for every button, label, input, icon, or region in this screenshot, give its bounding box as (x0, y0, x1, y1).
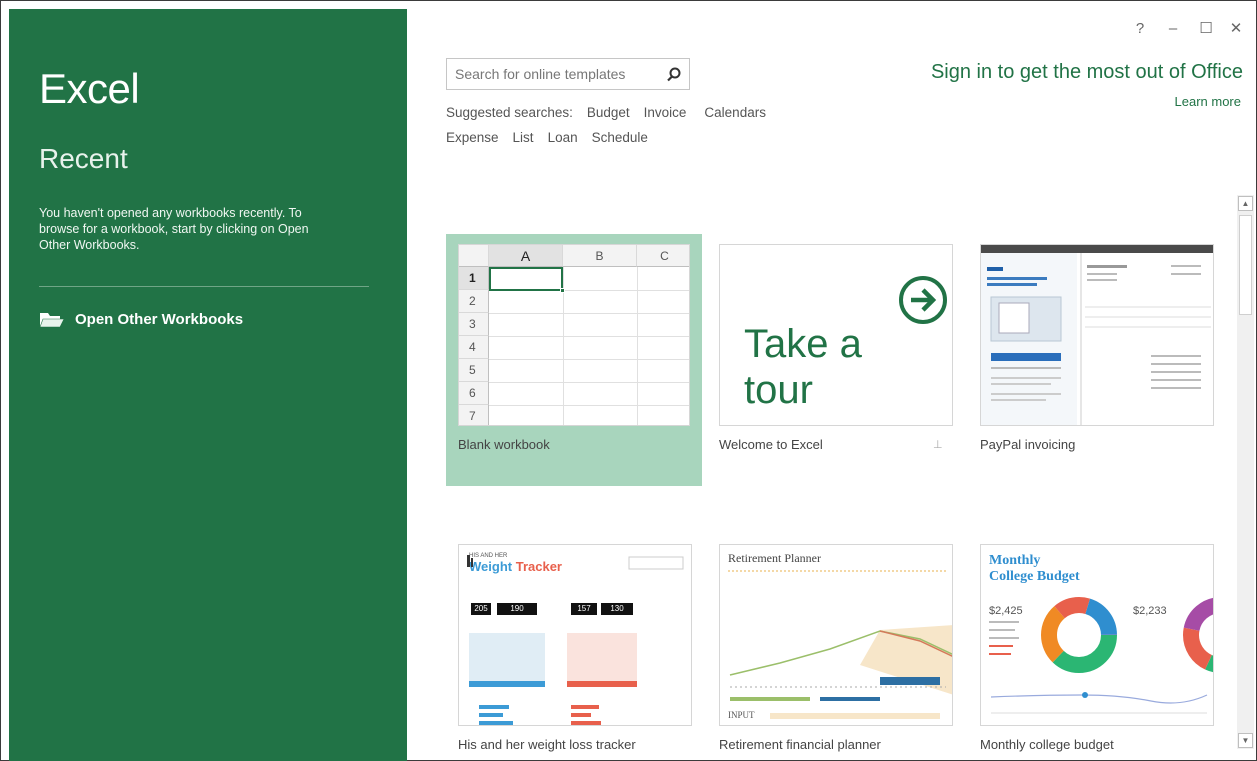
template-welcome-to-excel[interactable]: Take a tour Welcome to Excel ⊥ (707, 234, 963, 486)
open-other-workbooks-button[interactable]: Open Other Workbooks (39, 307, 243, 331)
template-weight-tracker[interactable]: HIS AND HER Weight Tracker 205 190 157 1… (446, 534, 702, 761)
row-header: 1 (459, 267, 489, 290)
suggestion-budget[interactable]: Budget (587, 105, 630, 120)
template-caption: Retirement financial planner (719, 737, 881, 752)
weight-tracker-thumbnail: HIS AND HER Weight Tracker 205 190 157 1… (458, 544, 692, 726)
template-caption: Welcome to Excel (719, 437, 823, 452)
scroll-thumb[interactable] (1239, 215, 1252, 315)
grid-line (489, 336, 689, 337)
retirement-chart (728, 570, 952, 719)
paypal-preview-graphic (981, 245, 1213, 425)
folder-open-icon (39, 313, 65, 328)
column-header: C (637, 245, 689, 267)
minimize-button[interactable]: – (1163, 18, 1183, 38)
retirement-thumbnail: Retirement Planner INPUT (719, 544, 953, 726)
row-header: 5 (459, 359, 489, 382)
row-header: 2 (459, 290, 489, 313)
suggestion-loan[interactable]: Loan (548, 130, 578, 145)
grid-line (489, 313, 689, 314)
pin-icon[interactable]: ⊥ (933, 438, 943, 451)
backstage-sidebar: Excel Recent You haven't opened any work… (9, 9, 407, 761)
suggested-searches-label: Suggested searches: (446, 105, 573, 120)
recent-heading: Recent (39, 143, 128, 174)
suggested-searches-row-1: Suggested searches: Budget Invoice Calen… (446, 105, 766, 120)
welcome-thumbnail: Take a tour (719, 244, 953, 426)
template-caption: Monthly college budget (980, 737, 1114, 752)
college-budget-thumbnail: Monthly College Budget $2,425 $2,233 (980, 544, 1214, 726)
college-budget-graphic (989, 597, 1213, 714)
template-caption: His and her weight loss tracker (458, 737, 636, 752)
template-retirement-planner[interactable]: Retirement Planner INPUT Retirement fina… (707, 534, 963, 761)
suggestion-schedule[interactable]: Schedule (592, 130, 648, 145)
take-a-tour-text: Take a tour (744, 321, 862, 413)
row-header: 3 (459, 313, 489, 336)
suggestion-expense[interactable]: Expense (446, 130, 499, 145)
search-icon[interactable] (659, 59, 689, 89)
grid-line (489, 405, 689, 406)
row-header: 7 (459, 405, 489, 425)
suggestion-invoice[interactable]: Invoice (644, 105, 687, 120)
arrow-circle-icon (899, 276, 947, 324)
template-caption: PayPal invoicing (980, 437, 1076, 452)
tour-line-2: tour (744, 368, 813, 412)
tour-line-1: Take a (744, 322, 862, 366)
template-paypal-invoicing[interactable]: PayPal invoicing (968, 234, 1224, 486)
suggested-searches-row-2: Expense List Loan Schedule (446, 130, 648, 145)
scroll-up-button[interactable]: ▲ (1238, 196, 1253, 211)
template-college-budget[interactable]: Monthly College Budget $2,425 $2,233 Mon… (968, 534, 1224, 761)
recent-empty-message: You haven't opened any workbooks recentl… (39, 206, 309, 252)
grid-line (489, 382, 689, 383)
column-header: B (563, 245, 637, 267)
sidebar-divider (39, 286, 369, 287)
learn-more-link[interactable]: Learn more (1175, 94, 1241, 109)
help-button[interactable]: ? (1130, 18, 1150, 38)
template-caption: Blank workbook (458, 437, 550, 452)
vertical-scrollbar[interactable]: ▲ ▼ (1237, 195, 1254, 749)
grid-corner (459, 245, 489, 267)
open-other-workbooks-label: Open Other Workbooks (75, 310, 244, 328)
grid-line (489, 359, 689, 360)
weight-tracker-graphic (467, 555, 684, 725)
blank-workbook-thumbnail: A B C 1 2 3 4 5 6 7 (458, 244, 690, 426)
suggestion-list[interactable]: List (513, 130, 534, 145)
active-cell (489, 267, 563, 291)
suggestion-calendars[interactable]: Calendars (704, 105, 766, 120)
close-button[interactable]: ✕ (1226, 18, 1246, 38)
fill-handle (560, 288, 565, 293)
scroll-down-button[interactable]: ▼ (1238, 733, 1253, 748)
template-blank-workbook[interactable]: A B C 1 2 3 4 5 6 7 Blank workbook (446, 234, 702, 486)
app-title: Excel (39, 65, 140, 112)
paypal-thumbnail (980, 244, 1214, 426)
column-header: A (489, 245, 563, 267)
row-header: 4 (459, 336, 489, 359)
template-search-input[interactable] (447, 66, 659, 82)
row-header: 6 (459, 382, 489, 405)
input-label: INPUT (728, 710, 755, 720)
sign-in-prompt[interactable]: Sign in to get the most out of Office (931, 61, 1243, 84)
template-search-box (446, 58, 690, 90)
maximize-button[interactable]: ☐ (1196, 18, 1216, 38)
